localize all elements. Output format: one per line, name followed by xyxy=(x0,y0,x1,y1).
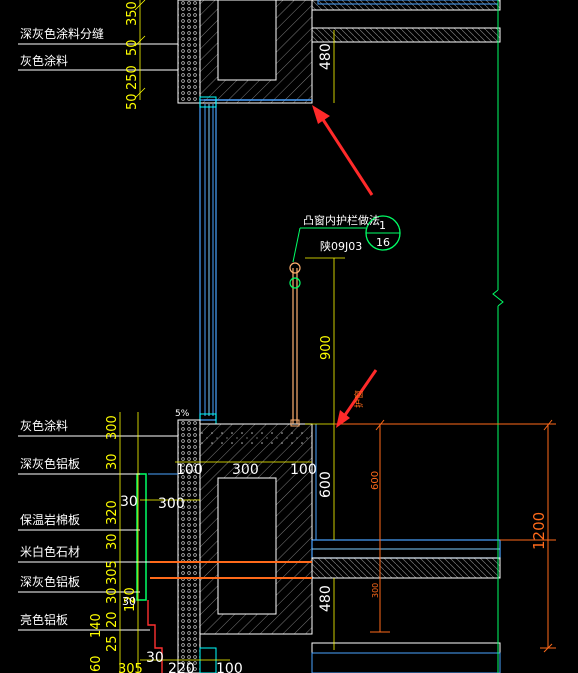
dim-left-3: 50 xyxy=(125,93,140,110)
callout-atlas: 陕09J03 xyxy=(320,239,362,253)
cad-drawing: 凸窗内护栏做法 1 16 陕09J03 护窗 5% 深灰色涂料分缝 灰色涂料 灰… xyxy=(18,0,556,673)
dim-h-6: 100 xyxy=(216,661,243,673)
material-labels: 深灰色涂料分缝 灰色涂料 灰色涂料 深灰色铝板 保温岩棉板 米白色石材 深灰色铝… xyxy=(20,26,104,627)
dim-v-0: 480 xyxy=(318,43,334,70)
dim-v-3: 480 xyxy=(318,585,334,612)
callout-ref-top: 1 xyxy=(379,219,386,232)
dim-left-14: 60 xyxy=(89,655,104,672)
dim-o-1: 1200 xyxy=(530,512,548,550)
dim-h-0: 100 xyxy=(176,462,203,478)
label-dark-gray-paint-joint: 深灰色涂料分缝 xyxy=(20,26,104,41)
left-dims: 350 50 250 50 300 30 320 30 305 30 120 1… xyxy=(89,1,164,673)
dim-left-12: 20 xyxy=(105,611,120,628)
dim-left-11: 140 xyxy=(89,613,104,638)
dim-h-2: 100 xyxy=(290,462,317,478)
label-leaders xyxy=(18,43,178,631)
dim-left-1: 50 xyxy=(125,39,140,56)
dim-o-0: 600 xyxy=(370,471,381,490)
callout-title: 凸窗内护栏做法 xyxy=(303,213,380,227)
label-bright-aluminum: 亮色铝板 xyxy=(20,612,68,627)
label-rock-wool-board: 保温岩棉板 xyxy=(20,512,80,527)
dim-left-4: 300 xyxy=(105,415,120,440)
railing xyxy=(289,262,301,427)
orange-dims xyxy=(334,419,556,653)
label-dark-gray-aluminum-1: 深灰色铝板 xyxy=(20,456,80,471)
dim-h-1: 300 xyxy=(232,462,259,478)
dim-h-4: 300 xyxy=(158,496,185,512)
dim-left-6: 320 xyxy=(105,500,120,525)
dim-h-5: 30 xyxy=(122,595,136,608)
label-gray-paint-top: 灰色涂料 xyxy=(20,53,68,68)
slope-label: 5% xyxy=(175,409,190,419)
dim-left-9: 30 xyxy=(105,587,120,604)
upper-structure xyxy=(177,0,501,104)
dim-v-1: 900 xyxy=(319,335,334,360)
dim-v-2: 600 xyxy=(318,471,334,498)
callout-note: 护窗 xyxy=(353,390,365,408)
orange-dim-text: 600 1200 300 xyxy=(370,471,548,598)
label-gray-paint: 灰色涂料 xyxy=(20,418,68,433)
dim-left-13: 25 xyxy=(105,635,120,652)
dim-left-7: 30 xyxy=(105,533,120,550)
dim-left-0: 350 xyxy=(125,1,140,26)
dim-left-2: 250 xyxy=(125,65,140,90)
callout-ref-bottom: 16 xyxy=(376,236,390,249)
dim-left-8: 305 xyxy=(105,560,120,585)
window-glass xyxy=(199,96,217,425)
dim-left-5: 30 xyxy=(105,453,120,470)
dim-h-3: 30 xyxy=(120,494,138,510)
lower-structure xyxy=(177,419,501,673)
dim-left-15: 305 xyxy=(118,662,143,673)
dim-h-7: 220 xyxy=(168,661,195,673)
dim-left-16: 30 xyxy=(146,650,164,666)
label-dark-gray-aluminum-2: 深灰色铝板 xyxy=(20,574,80,589)
dim-o-2: 300 xyxy=(371,583,380,598)
label-off-white-stone: 米白色石材 xyxy=(20,544,80,559)
red-arrow-upper xyxy=(312,105,374,196)
vertical-dims: 480 900 600 480 xyxy=(318,43,334,612)
